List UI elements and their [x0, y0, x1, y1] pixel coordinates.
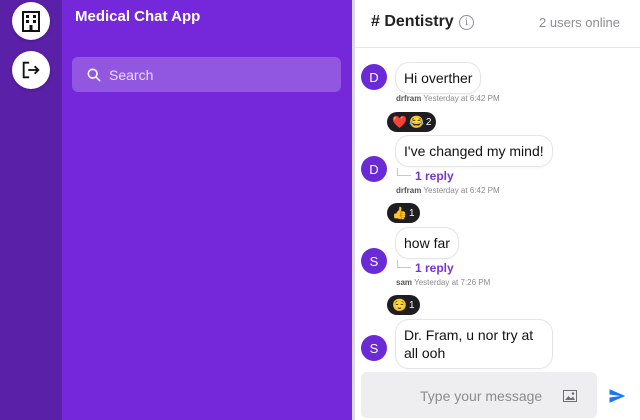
user-avatar[interactable]: D — [361, 64, 387, 90]
logout-button[interactable] — [12, 51, 50, 89]
message-time: Yesterday at 6:42 PM — [423, 186, 500, 195]
message-author: sam — [396, 278, 413, 287]
chat-header: # Dentistry i 2 users online — [355, 0, 640, 48]
message-meta: drfram Yesterday at 6:42 PM — [396, 94, 500, 103]
message-bubble[interactable]: I've changed my mind! — [395, 135, 553, 167]
hospital-icon — [22, 11, 40, 32]
info-icon[interactable]: i — [459, 15, 474, 30]
user-avatar[interactable]: D — [361, 156, 387, 182]
message-text-line: Dr. Fram, u nor try at — [404, 327, 534, 343]
message-bubble[interactable]: how far — [395, 227, 459, 259]
message-author: drfram — [396, 94, 422, 103]
image-upload-icon[interactable] — [563, 390, 577, 402]
reaction-badge[interactable]: 😌 1 — [387, 295, 420, 315]
server-rail — [0, 0, 62, 420]
user-avatar[interactable]: S — [361, 248, 387, 274]
message-meta: drfram Yesterday at 6:42 PM — [396, 186, 500, 195]
message-author: drfram — [396, 186, 422, 195]
logout-icon — [22, 61, 40, 79]
reaction-badge[interactable]: 👍 1 — [387, 203, 420, 223]
reply-link[interactable]: 1 reply — [415, 261, 454, 275]
reaction-badge[interactable]: ❤️ 😂 2 — [387, 112, 437, 132]
reply-arrow-icon — [397, 168, 411, 176]
reaction-count: 1 — [408, 207, 415, 219]
message-meta: sam Yesterday at 7:26 PM — [396, 278, 490, 287]
user-avatar[interactable]: S — [361, 335, 387, 361]
message-bubble[interactable]: Dr. Fram, u nor try at all ooh — [395, 319, 553, 369]
chat-area: # Dentistry i 2 users online D Hi overth… — [355, 0, 640, 420]
hospital-button[interactable] — [12, 2, 50, 40]
relieved-emoji-icon: 😌 — [392, 298, 407, 312]
search-icon — [87, 68, 101, 82]
reply-link[interactable]: 1 reply — [415, 169, 454, 183]
channel-title: # Dentistry — [371, 13, 454, 30]
message-input[interactable]: Type your message — [361, 372, 597, 418]
message-text-line: all ooh — [404, 345, 446, 361]
channel-panel: Medical Chat App Search — [62, 0, 352, 420]
search-input[interactable]: Search — [72, 57, 341, 92]
message-time: Yesterday at 6:42 PM — [423, 94, 500, 103]
send-icon[interactable] — [608, 387, 626, 405]
thumbs-up-emoji-icon: 👍 — [392, 206, 407, 220]
reaction-count: 2 — [425, 116, 432, 128]
message-input-placeholder: Type your message — [420, 388, 543, 404]
heart-emoji-icon: ❤️ — [392, 115, 407, 129]
reaction-count: 1 — [408, 299, 415, 311]
search-placeholder: Search — [109, 66, 154, 83]
reply-arrow-icon — [397, 260, 411, 268]
online-users-count: 2 users online — [539, 15, 620, 30]
app-title: Medical Chat App — [75, 8, 201, 25]
message-time: Yesterday at 7:26 PM — [414, 278, 491, 287]
laughing-emoji-icon: 😂 — [408, 115, 424, 129]
message-bubble[interactable]: Hi overther — [395, 62, 482, 94]
